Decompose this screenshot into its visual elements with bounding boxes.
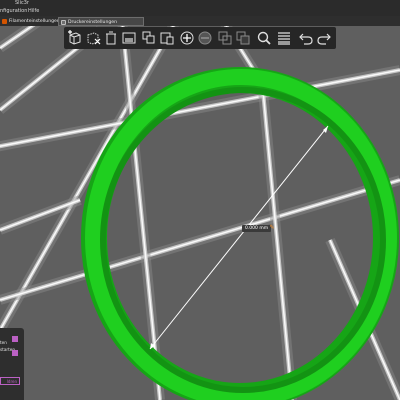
- panel-row-label: ten: [0, 340, 7, 345]
- panel-action-button[interactable]: ldren: [0, 377, 20, 385]
- title-bar: Slic3r: [0, 0, 400, 7]
- tab-filament-settings[interactable]: Filamenteinstellungen: [0, 17, 60, 26]
- menu-item-configuration[interactable]: nfiguration: [0, 7, 27, 16]
- printer-icon: [61, 20, 66, 25]
- checkbox-icon[interactable]: [12, 350, 18, 356]
- tab-label: Filamenteinstellungen: [9, 19, 60, 24]
- add-instance-icon[interactable]: [179, 30, 195, 46]
- delete-icon[interactable]: [85, 30, 101, 46]
- plater-toolbar: [64, 27, 336, 49]
- tab-label: Druckereinstellungen: [68, 20, 118, 25]
- window-title: Slic3r: [15, 0, 29, 6]
- measurement-label: 0.000 mm: [242, 225, 272, 232]
- arrange-icon[interactable]: [121, 30, 137, 46]
- paste-icon[interactable]: [159, 30, 175, 46]
- menu-item-help[interactable]: Hilfe: [28, 7, 39, 16]
- add-icon[interactable]: [67, 30, 83, 46]
- redo-icon[interactable]: [316, 30, 332, 46]
- search-icon[interactable]: [256, 30, 272, 46]
- checkbox-icon[interactable]: [12, 336, 18, 342]
- split-objects-icon[interactable]: [217, 30, 233, 46]
- delete-all-icon[interactable]: [103, 30, 119, 46]
- undo-icon[interactable]: [298, 30, 314, 46]
- tab-printer-settings[interactable]: Druckereinstellungen: [58, 17, 144, 26]
- menu-bar: nfiguration Hilfe: [0, 7, 400, 16]
- 3d-viewport[interactable]: [0, 0, 400, 400]
- split-parts-icon[interactable]: [235, 30, 251, 46]
- layers-icon[interactable]: [276, 30, 292, 46]
- side-panel: ten starten ldren: [0, 328, 24, 400]
- filament-icon: [2, 19, 7, 24]
- copy-icon[interactable]: [141, 30, 157, 46]
- tab-bar: Filamenteinstellungen Druckereinstellung…: [0, 16, 400, 26]
- edit-measurement-icon[interactable]: ✎: [268, 224, 276, 232]
- remove-instance-icon[interactable]: [197, 30, 213, 46]
